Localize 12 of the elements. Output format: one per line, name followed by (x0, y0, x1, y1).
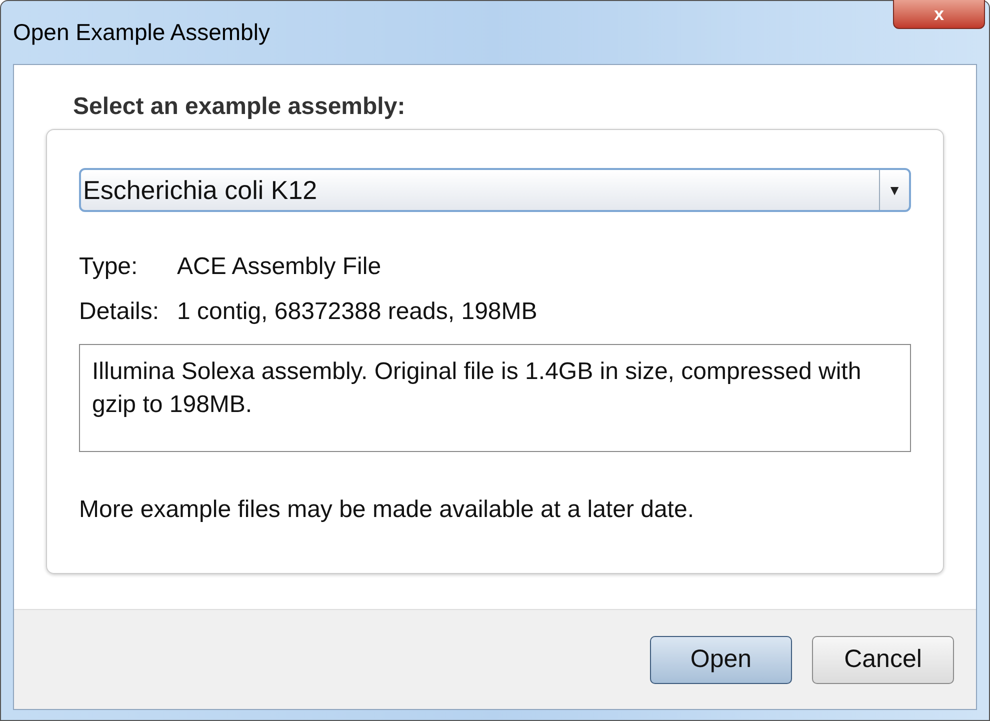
dialog-button[interactable]: Open (650, 636, 792, 684)
info-value: 1 contig, 68372388 reads, 198MB (177, 298, 538, 326)
info-label: Type: (79, 253, 139, 281)
info-value: ACE Assembly File (177, 253, 382, 281)
dropdown-value: Escherichia coli K12 (82, 174, 318, 206)
info-label: Details: (79, 298, 160, 326)
window-title: Open Example Assembly (13, 18, 270, 48)
dialog-button[interactable]: Cancel (812, 636, 954, 684)
assembly-dropdown[interactable]: Escherichia coli K12 ▼ (79, 168, 911, 212)
note-text: More example files may be made available at a later date. (79, 496, 695, 524)
description-text: Illumina Solexa assembly. Original file is 1.4GB in size, compressed with gzip to 198MB. (92, 358, 862, 418)
section-heading: Select an example assembly: (72, 93, 406, 121)
